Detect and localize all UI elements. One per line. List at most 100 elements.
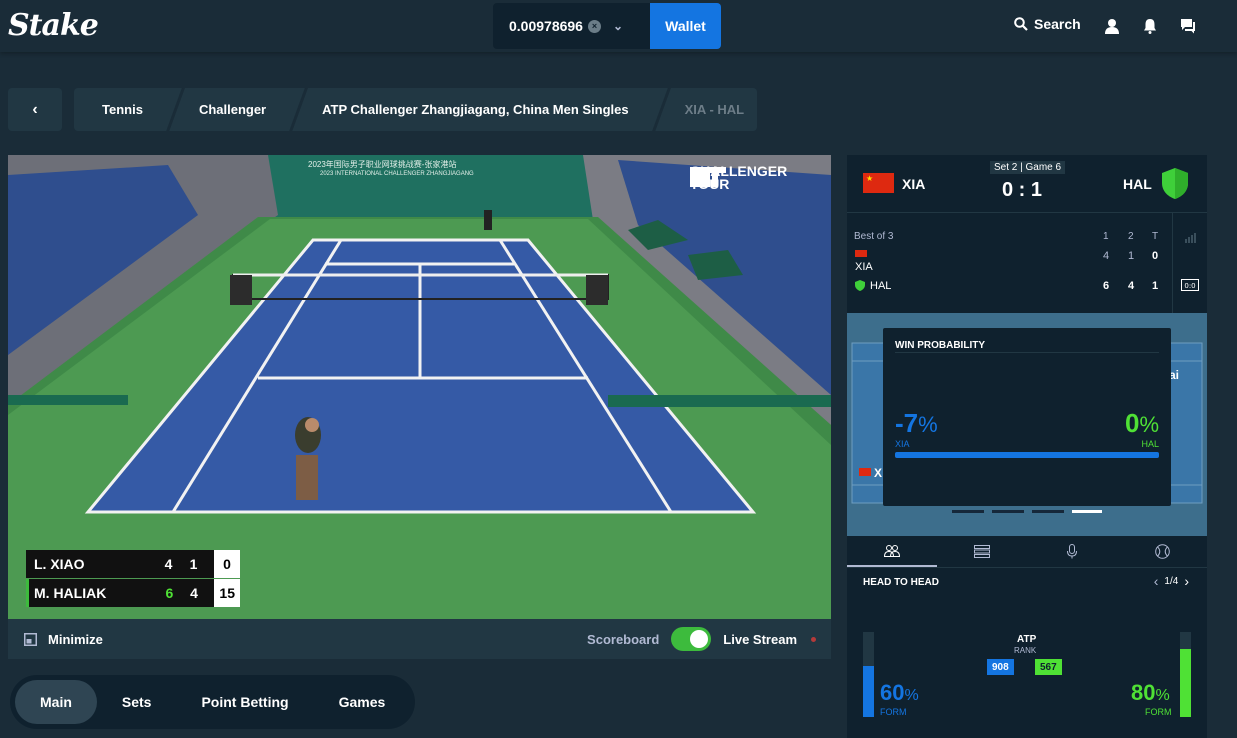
challenger-tour-logo: CHALLENGER TOUR [690,164,787,191]
player-name: L. XIAO [34,556,85,572]
home-form-bar [863,632,874,717]
match-tracker-panel: XIA Set 2 | Game 6 0 : 1 HAL Best of 3 1… [847,155,1207,738]
search-button[interactable]: Search [1014,16,1081,32]
home-rank-badge: 908 [987,659,1014,675]
rank-label: RANK [1014,646,1037,655]
away-name: HAL [1141,439,1159,449]
atp-label: ATP [1017,634,1037,645]
col-header: 1 [1103,231,1109,242]
microphone-icon [1067,544,1077,559]
row-name: XIA [855,261,873,273]
stream-toggle[interactable] [671,627,712,651]
away-form-value: 80% [1131,680,1170,705]
home-form-fill [863,666,874,717]
shield-icon [1162,168,1188,199]
chevron-left-icon[interactable]: ‹ [1154,573,1159,589]
market-tabs: Main Sets Point Betting Games [10,675,416,729]
divider [895,352,1159,353]
head-to-head-pager: ‹ 1/4 › [1154,573,1189,589]
chevron-left-icon: ‹ [32,100,38,118]
video-score-row: L. XIAO 4 1 0 [26,550,240,578]
video-controls-bar: Minimize Scoreboard Live Stream [8,619,831,659]
tab-lineups[interactable] [937,536,1027,567]
scoreboard-mode-icon[interactable]: 0:0 [1181,279,1199,291]
breadcrumb-challenger[interactable]: Challenger [171,88,294,131]
stake-logo[interactable]: Stake [8,8,99,43]
tennis-ball-icon [1154,544,1170,559]
breadcrumb-match: XIA - HAL [684,102,745,117]
head-to-head-title: HEAD TO HEAD [863,577,939,588]
china-flag-icon [863,173,894,193]
point-score: 0 [214,550,240,578]
scoreboard-label[interactable]: Scoreboard [587,632,659,647]
users-icon [884,544,900,557]
shield-icon [855,280,865,291]
stats-icon[interactable] [1185,233,1197,243]
minimize-label: Minimize [48,631,103,647]
wallet-button[interactable]: Wallet [650,3,721,49]
tab-stats[interactable] [1117,536,1207,567]
svg-text:0:0: 0:0 [1184,282,1195,290]
live-stream-video[interactable]: CHALLENGER TOUR 2023年国际男子职业网球挑战赛-张家港站 20… [8,155,831,619]
row-name: HAL [870,280,892,292]
user-icon[interactable] [1102,16,1122,36]
chevron-down-icon: ⌄ [612,19,624,33]
chat-icon[interactable] [1178,16,1198,36]
tracker-side-controls: 0:0 [1172,213,1207,313]
win-probability-area: ai X WIN PROBABILITY -7% 0% XIA HAL [847,313,1207,536]
player-name: M. HALIAK [34,585,107,601]
set-score: 4 [164,556,173,572]
tab-head-to-head[interactable] [847,536,937,567]
tab-games[interactable]: Games [314,680,411,724]
minimize-button[interactable]: Minimize [24,632,103,647]
away-form-label: FORM [1145,707,1172,717]
court-banner-subtext: 2023 INTERNATIONAL CHALLENGER ZHANGJIAGA… [320,171,474,177]
list-icon [974,545,990,558]
live-indicator-icon [811,636,816,642]
point-score: 15 [214,579,240,607]
win-probability-bar [895,452,1159,458]
search-icon [1014,17,1028,31]
col-header: 2 [1128,231,1134,242]
set-score: 4 [190,585,198,601]
tracker-home-label: X [874,466,883,480]
china-flag-icon [859,468,871,476]
home-team-code: XIA [902,176,926,192]
breadcrumb: Tennis Challenger ATP Challenger Zhangji… [74,88,757,131]
tab-main[interactable]: Main [15,680,97,724]
video-score-row: M. HALIAK 6 4 15 [26,579,240,607]
away-win-probability: 0% [1124,408,1159,438]
page-indicator: 1/4 [1164,575,1179,587]
set-game-indicator: Set 2 | Game 6 [990,161,1066,174]
minimize-icon [24,632,37,646]
live-stream-label[interactable]: Live Stream [723,632,797,647]
best-of-label: Best of 3 [854,231,894,242]
col-header: T [1152,231,1159,242]
breadcrumb-tennis[interactable]: Tennis [74,88,171,131]
row-total: 1 [1152,280,1159,292]
scoreboard-header: XIA Set 2 | Game 6 0 : 1 HAL [847,155,1207,213]
set-score: 6 [165,585,174,601]
home-form-label: FORM [880,707,907,717]
win-probability-card: WIN PROBABILITY -7% 0% XIA HAL [883,328,1171,506]
away-rank-badge: 567 [1035,659,1062,675]
row-total: 0 [1152,250,1159,262]
match-score: 0 : 1 [1002,179,1043,201]
bell-icon[interactable] [1140,16,1160,36]
breadcrumb-tournament[interactable]: ATP Challenger Zhangjiagang, China Men S… [294,88,657,131]
tab-commentary[interactable] [1027,536,1117,567]
away-team-code: HAL [1123,176,1152,192]
video-score-overlay: L. XIAO 4 1 0 M. HALIAK 6 4 15 [26,550,240,607]
row-set2: 4 [1128,280,1135,292]
tab-sets[interactable]: Sets [97,680,177,724]
back-button[interactable]: ‹ [8,88,62,131]
balance-selector[interactable]: 0.00978696 × ⌄ [493,3,650,49]
balance-amount: 0.00978696 [509,18,583,34]
chevron-right-icon[interactable]: › [1184,573,1189,589]
win-probability-title: WIN PROBABILITY [895,340,985,351]
row-set2: 1 [1128,250,1135,262]
row-set1: 4 [1103,250,1110,262]
set-score: 1 [189,556,198,572]
row-set1: 6 [1103,280,1110,292]
tab-point-betting[interactable]: Point Betting [176,680,313,724]
